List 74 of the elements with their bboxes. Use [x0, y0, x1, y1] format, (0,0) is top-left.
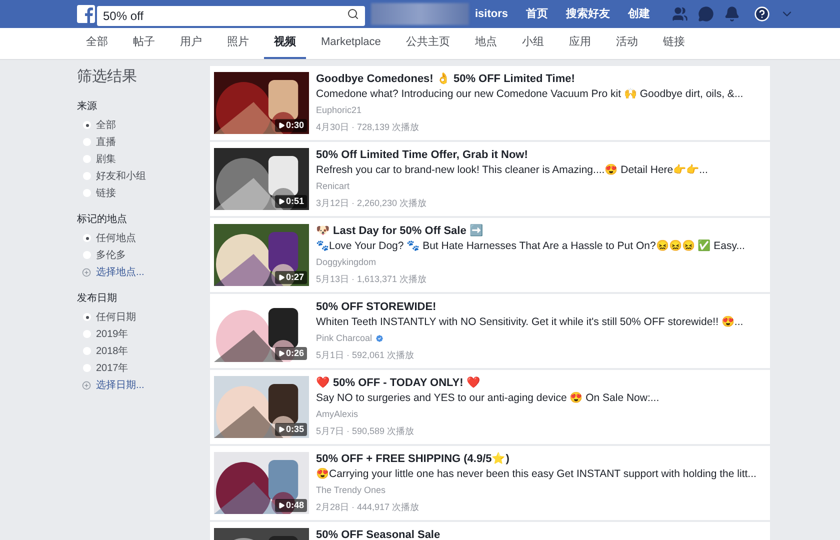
filter-option[interactable]: 2019年 [77, 326, 210, 342]
nav-link[interactable]: 搜索好友 [566, 6, 610, 22]
video-title[interactable]: 50% OFF Seasonal Sale [316, 528, 440, 540]
section-heading: 发布日期 [77, 292, 118, 306]
video-description: Whiten Teeth INSTANTLY with NO Sensitivity. Get it while it's still 50% OFF storewide!! 😍... [316, 315, 744, 329]
duration-badge: 0:51 [274, 194, 307, 208]
filter-option[interactable]: 任何日期 [77, 308, 210, 326]
duration-badge: 0:48 [274, 498, 307, 512]
messenger-icon[interactable] [698, 6, 714, 22]
tab[interactable]: 公共主页 [396, 28, 460, 59]
filter-option[interactable]: 剧集 [77, 150, 210, 168]
filter-link[interactable]: 选择地点... [77, 264, 210, 280]
filter-option[interactable]: 任何地点 [77, 230, 210, 246]
duration-badge: 0:30 [274, 118, 307, 132]
video-meta: 2月28日 · 444,917 次播放 [316, 500, 420, 514]
nav-link[interactable]: isitors [475, 6, 508, 22]
tab[interactable]: 视频 [264, 28, 306, 59]
sidebar-title: 筛选结果 [77, 67, 138, 87]
filter-option[interactable]: 直播 [77, 134, 210, 150]
video-meta: 5月7日 · 590,589 次播放 [316, 424, 416, 438]
duration-badge: 0:35 [274, 422, 307, 436]
tab[interactable]: 用户 [170, 28, 212, 59]
video-description: Comedone what? Introducing our new Comedone Vacuum Pro kit 🙌 Goodbye dirt, oils, &... [316, 87, 744, 101]
result-card[interactable]: 0:48 50% OFF + FREE SHIPPING (4.9/5⭐) 😍Carrying your little one has never been this easy Get INSTANT support with holding the litt... The Trendy Ones 2月28日 · 444,917 次播放 [210, 446, 770, 520]
video-meta: 3月12日 · 2,260,230 次播放 [316, 196, 428, 210]
tab[interactable]: 帖子 [123, 28, 165, 59]
video-title[interactable]: Goodbye Comedones! 👌 50% OFF Limited Time! [316, 72, 744, 87]
result-card[interactable]: 50% OFF Seasonal Sale [210, 522, 770, 540]
result-card[interactable]: 0:30 Goodbye Comedones! 👌 50% OFF Limited Time! Comedone what? Introducing our new Comedone Vacuum Pro kit 🙌 Goodbye dirt, oils, &... Euphoric21 4月30日 · 728,139 次播放 [210, 66, 770, 140]
tab[interactable]: Marketplace [311, 28, 391, 59]
filter-option[interactable]: 2017年 [77, 360, 210, 376]
result-card[interactable]: 0:26 50% OFF STOREWIDE! Whiten Teeth INSTANTLY with NO Sensitivity. Get it while it's still 50% OFF storewide!! 😍... Pink Charcoal 5月1日 · 592,061 次播放 [210, 294, 770, 368]
result-card[interactable]: 0:51 50% Off Limited Time Offer, Grab it Now! Refresh you car to brand-new look! This cleaner is Amazing....😍 Detail Here👉👉... Renicart 3月12日 · 2,260,230 次播放 [210, 142, 770, 216]
plus-icon [82, 268, 91, 276]
plus-icon [82, 380, 91, 390]
tab[interactable]: 小组 [512, 28, 554, 59]
video-description: Refresh you car to brand-new look! This cleaner is Amazing....😍 Detail Here👉👉... [316, 163, 708, 177]
nav-link[interactable]: 首页 [526, 6, 548, 22]
duration-badge: 0:26 [274, 346, 307, 360]
video-title[interactable]: ❤ 50% OFF - TODAY ONLY! ❤ [316, 376, 660, 391]
video-title[interactable]: 🐶 Last Day for 50% Off Sale ➡ [316, 224, 745, 239]
video-title[interactable]: 50% OFF + FREE SHIPPING (4.9/5⭐) [316, 452, 756, 467]
result-card[interactable]: 0:27 🐶 Last Day for 50% Off Sale ➡ 🐾Love Your Dog? 🐾 But Hate Harnesses That Are a Hassle to Put On?😖😖😖 ✅ Easy... Doggykingdom 5月13日 · 1,613,371 次播放 [210, 218, 770, 292]
search-field[interactable]: 50% off [97, 6, 365, 26]
nav-link[interactable]: 创建 [628, 6, 650, 22]
section-heading: 标记的地点 [77, 212, 128, 226]
friends-icon[interactable] [672, 6, 688, 22]
filter-option[interactable]: 多伦多 [77, 246, 210, 264]
video-description: Say NO to surgeries and YES to our anti-aging device 😍 On Sale Now:... [316, 391, 660, 405]
filter-option[interactable]: 全部 [77, 116, 210, 134]
video-description: 😍Carrying your little one has never been this easy Get INSTANT support with holding the litt... [316, 467, 756, 481]
search-icon[interactable] [347, 8, 359, 20]
tab[interactable]: 地点 [464, 28, 507, 59]
video-title[interactable]: 50% Off Limited Time Offer, Grab it Now! [316, 148, 708, 163]
logo-icon[interactable] [77, 5, 95, 23]
video-description: 🐾Love Your Dog? 🐾 But Hate Harnesses That Are a Hassle to Put On?😖😖😖 ✅ Easy... [316, 239, 745, 253]
video-title[interactable]: 50% OFF STOREWIDE! [316, 300, 744, 315]
tab[interactable]: 活动 [606, 28, 648, 59]
filter-link[interactable]: 选择日期... [77, 376, 210, 394]
video-meta: 5月1日 · 592,061 次播放 [316, 348, 416, 362]
result-card[interactable]: 0:35 ❤ 50% OFF - TODAY ONLY! ❤ Say NO to surgeries and YES to our anti-aging device 😍 On Sale Now:... AmyAlexis 5月7日 · 590,589 次播放 [210, 370, 770, 444]
notification-icon[interactable] [724, 6, 740, 22]
video-meta: 4月30日 · 728,139 次播放 [316, 120, 420, 134]
tab[interactable]: 照片 [217, 28, 259, 59]
tab[interactable]: 全部 [76, 28, 118, 59]
filter-option[interactable]: 2018年 [77, 342, 210, 360]
tab[interactable]: 链接 [652, 28, 695, 59]
section-heading: 来源 [77, 100, 98, 114]
tab[interactable]: 应用 [558, 28, 601, 59]
help-icon[interactable] [754, 6, 770, 22]
video-meta: 5月13日 · 1,613,371 次播放 [316, 272, 428, 286]
filter-option[interactable]: 好友和小组 [77, 168, 210, 184]
duration-badge: 0:27 [274, 270, 307, 284]
filter-option[interactable]: 链接 [77, 184, 210, 202]
